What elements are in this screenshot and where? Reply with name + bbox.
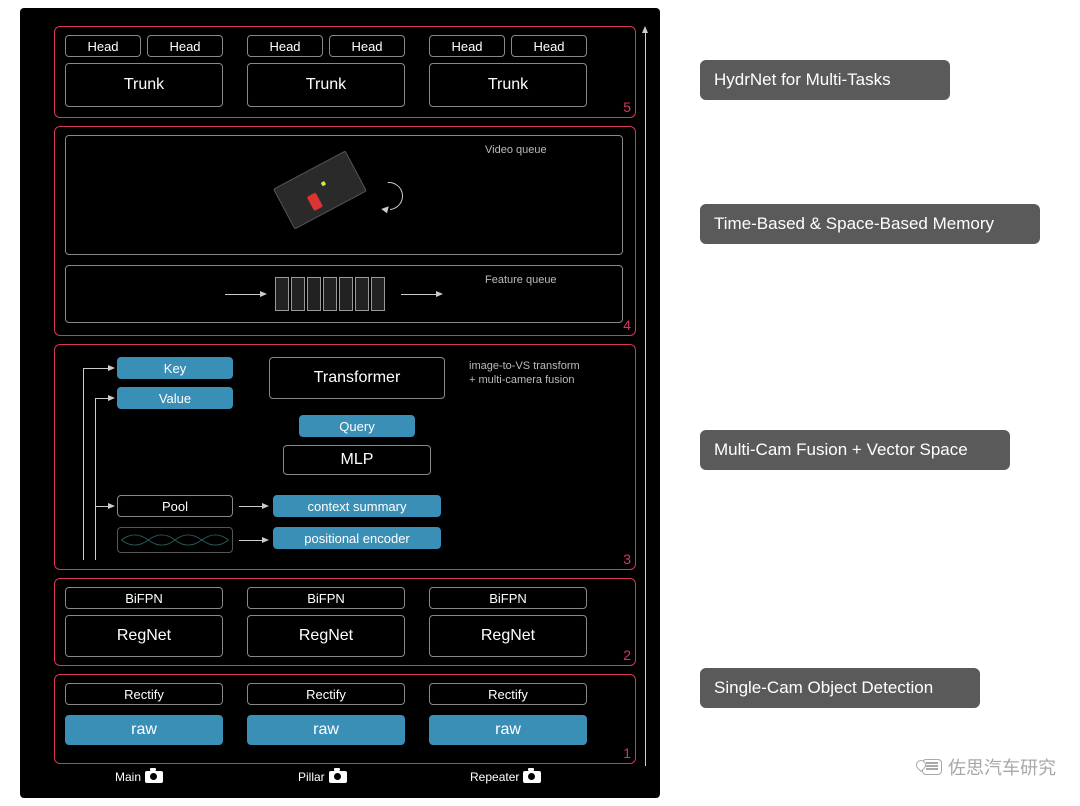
arrow-icon [225,294,261,295]
camera-name: Main [115,770,141,784]
stage-5: 5 Head Head Trunk Head Head Trunk Head H… [54,26,636,118]
head-box: Head [65,35,141,57]
rectify-box: Rectify [65,683,223,705]
stage-number: 3 [623,551,631,567]
stage-number: 2 [623,647,631,663]
flow-arrow-up [645,32,646,766]
bifpn-box: BiFPN [429,587,587,609]
arrow-icon [239,540,263,541]
transformer-box: Transformer [269,357,445,399]
arrow-icon [95,398,109,399]
positional-encoder-box: positional encoder [273,527,441,549]
stage-4: 4 Video queue Feature queue [54,126,636,336]
camera-label-main: Main [115,770,163,784]
wechat-icon [922,759,942,775]
head-box: Head [329,35,405,57]
wave-box [117,527,233,553]
context-summary-box: context summary [273,495,441,517]
camera-icon [329,771,347,783]
raw-box: raw [247,715,405,745]
mlp-box: MLP [283,445,431,475]
connector [83,368,84,560]
arrow-icon [401,294,437,295]
label-fusion: Multi-Cam Fusion + Vector Space [700,430,1010,470]
bifpn-box: BiFPN [247,587,405,609]
trunk-box: Trunk [429,63,587,107]
bifpn-box: BiFPN [65,587,223,609]
rectify-box: Rectify [247,683,405,705]
head-box: Head [247,35,323,57]
arrow-icon [239,506,263,507]
camera-name: Pillar [298,770,325,784]
label-memory: Time-Based & Space-Based Memory [700,204,1040,244]
label-hydrnet: HydrNet for Multi-Tasks [700,60,950,100]
feature-queue-label: Feature queue [485,273,557,287]
regnet-box: RegNet [247,615,405,657]
arrow-icon [83,368,109,369]
queue-slots [275,277,385,311]
watermark-text: 佐思汽车研究 [948,754,1056,780]
watermark: 佐思汽车研究 [922,754,1056,780]
label-singlecam: Single-Cam Object Detection [700,668,980,708]
raw-box: raw [429,715,587,745]
stage-number: 1 [623,745,631,761]
car-icon [307,192,323,211]
trunk-box: Trunk [247,63,405,107]
stage-number: 5 [623,99,631,115]
trunk-box: Trunk [65,63,223,107]
stage3-caption: image-to-VS transform + multi-camera fus… [469,359,619,388]
architecture-diagram: 5 Head Head Trunk Head Head Trunk Head H… [20,8,660,798]
connector [95,398,96,560]
arrow-icon [95,506,109,507]
regnet-box: RegNet [65,615,223,657]
stage-1: 1 Rectify raw Rectify raw Rectify raw [54,674,636,764]
camera-name: Repeater [470,770,519,784]
camera-label-repeater: Repeater [470,770,541,784]
video-queue-label: Video queue [485,143,547,157]
pool-box: Pool [117,495,233,517]
query-box: Query [299,415,415,437]
stage-2: 2 BiFPN RegNet BiFPN RegNet BiFPN RegNet [54,578,636,666]
key-box: Key [117,357,233,379]
value-box: Value [117,387,233,409]
head-box: Head [511,35,587,57]
head-box: Head [147,35,223,57]
stage-3: 3 Key Value Pool Transformer Query MLP c… [54,344,636,570]
camera-icon [145,771,163,783]
regnet-box: RegNet [429,615,587,657]
rectify-box: Rectify [429,683,587,705]
stage-number: 4 [623,317,631,333]
head-box: Head [429,35,505,57]
raw-box: raw [65,715,223,745]
camera-label-pillar: Pillar [298,770,347,784]
camera-icon [523,771,541,783]
